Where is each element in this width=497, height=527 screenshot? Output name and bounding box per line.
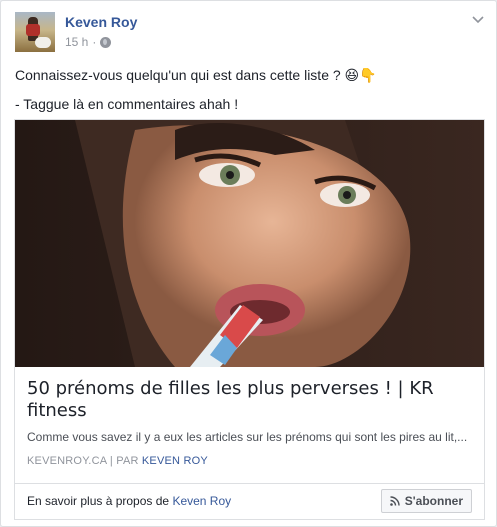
link-domain: KEVENROY.CA bbox=[27, 455, 107, 467]
page-footer: En savoir plus à propos de Keven Roy S'a… bbox=[14, 484, 485, 520]
chevron-down-icon[interactable] bbox=[471, 13, 485, 27]
post-line: - Taggue là en commentaires ahah ! bbox=[15, 96, 239, 112]
avatar[interactable] bbox=[15, 12, 55, 52]
post-line: Connaissez-vous quelqu'un qui est dans c… bbox=[15, 67, 377, 83]
link-image[interactable] bbox=[15, 120, 484, 367]
link-image-art bbox=[15, 120, 484, 367]
subscribe-label: S'abonner bbox=[404, 494, 463, 508]
author-name[interactable]: Keven Roy bbox=[65, 14, 137, 30]
learn-more-text: En savoir plus à propos de Keven Roy bbox=[27, 494, 231, 508]
post-meta: 15 h · bbox=[65, 35, 112, 49]
subscribe-button[interactable]: S'abonner bbox=[380, 489, 472, 513]
link-title[interactable]: 50 prénoms de filles les plus perverses … bbox=[27, 378, 472, 422]
globe-icon[interactable] bbox=[100, 36, 112, 48]
avatar-dog bbox=[35, 37, 51, 48]
post-time[interactable]: 15 h bbox=[65, 35, 88, 49]
rss-icon bbox=[389, 496, 400, 506]
link-by-prefix: | PAR bbox=[109, 455, 139, 467]
meta-separator: · bbox=[92, 35, 97, 49]
avatar-shirt bbox=[26, 24, 40, 36]
link-description: Comme vous savez il y a eux les articles… bbox=[27, 430, 468, 444]
post-text: Connaissez-vous quelqu'un qui est dans c… bbox=[15, 65, 485, 123]
link-source: KEVENROY.CA | PAR KEVEN ROY bbox=[27, 455, 208, 467]
learn-more-label: En savoir plus à propos de bbox=[27, 494, 170, 508]
post-card: Keven Roy 15 h · Connaissez-vous quelqu'… bbox=[0, 0, 497, 527]
link-by-author[interactable]: KEVEN ROY bbox=[142, 455, 208, 467]
post-header: Keven Roy 15 h · bbox=[15, 12, 485, 54]
link-preview[interactable]: 50 prénoms de filles les plus perverses … bbox=[14, 119, 485, 484]
page-name-link[interactable]: Keven Roy bbox=[172, 494, 231, 508]
link-body: 50 prénoms de filles les plus perverses … bbox=[15, 367, 484, 445]
